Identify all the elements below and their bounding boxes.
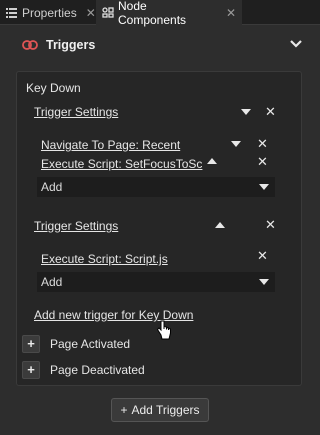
remove-trigger-icon[interactable]: ✕ <box>265 105 276 118</box>
remove-trigger-icon[interactable]: ✕ <box>265 218 276 231</box>
trigger-settings-link[interactable]: Trigger Settings <box>34 219 118 233</box>
action-navigate-to-page[interactable]: Navigate To Page: Recent <box>41 138 180 152</box>
move-up-icon[interactable] <box>207 158 217 164</box>
action-execute-script-setfocus[interactable]: Execute Script: SetFocusToSc <box>41 157 219 171</box>
expand-icon[interactable] <box>215 222 225 228</box>
dropdown-arrow-icon <box>259 279 269 285</box>
tab-properties-label: Properties <box>22 5 77 20</box>
components-icon <box>102 7 114 18</box>
expand-page-activated-button[interactable]: + <box>22 335 40 353</box>
list-icon <box>6 7 17 18</box>
add-action-placeholder: Add <box>41 180 63 194</box>
chevron-down-icon[interactable] <box>290 38 302 50</box>
key-down-title: Key Down <box>26 81 81 95</box>
trigger-settings-link[interactable]: Trigger Settings <box>34 105 118 119</box>
page-deactivated-label: Page Deactivated <box>50 363 145 377</box>
section-title: Triggers <box>46 38 96 52</box>
remove-action-icon[interactable]: ✕ <box>257 137 268 150</box>
trigger-icon <box>22 39 38 51</box>
action-execute-script-script-js[interactable]: Execute Script: Script.js <box>41 252 168 266</box>
hand-cursor-icon <box>156 320 172 340</box>
add-triggers-button[interactable]: + Add Triggers <box>111 398 209 422</box>
triggers-section-header[interactable]: Triggers <box>8 30 312 60</box>
close-icon[interactable]: ✕ <box>226 6 236 20</box>
tab-properties[interactable]: Properties ✕ <box>0 0 96 25</box>
expand-page-deactivated-button[interactable]: + <box>22 361 40 379</box>
tab-node-components-label: Node Components <box>118 0 187 27</box>
move-down-icon[interactable] <box>231 141 241 147</box>
page-activated-label: Page Activated <box>50 337 131 351</box>
add-action-dropdown[interactable]: Add <box>37 272 275 292</box>
close-icon[interactable]: ✕ <box>86 6 96 20</box>
remove-action-icon[interactable]: ✕ <box>257 249 268 262</box>
remove-action-icon[interactable]: ✕ <box>257 155 268 168</box>
dropdown-arrow-icon <box>259 184 269 190</box>
add-action-dropdown[interactable]: Add <box>37 177 275 197</box>
add-triggers-label: Add Triggers <box>131 403 200 417</box>
tab-node-components[interactable]: Node Components ✕ <box>96 0 242 27</box>
collapse-icon[interactable] <box>241 109 251 115</box>
add-action-placeholder: Add <box>41 275 63 289</box>
tab-bar: Properties ✕ Node Components ✕ <box>0 0 320 27</box>
plus-icon: + <box>120 403 128 417</box>
